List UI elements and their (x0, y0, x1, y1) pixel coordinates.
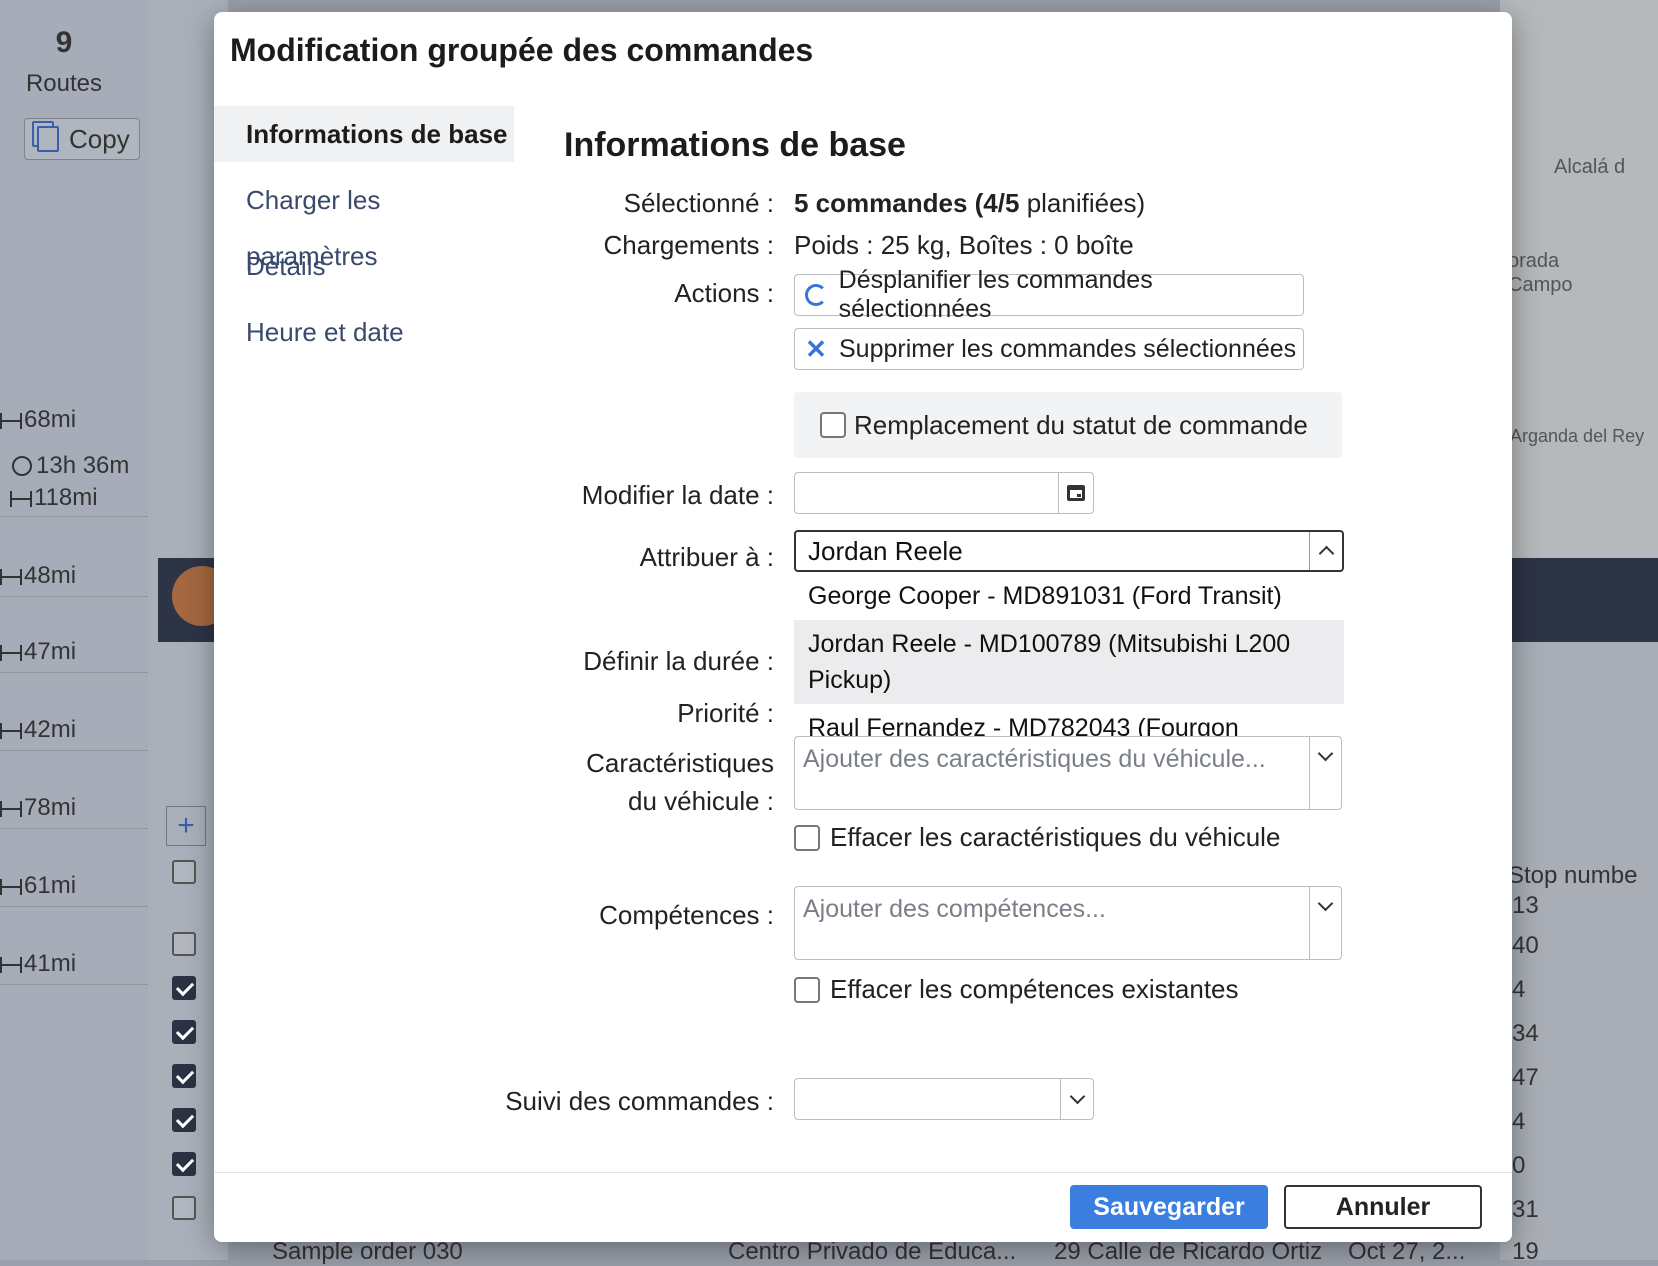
stop-number: 13 (1512, 892, 1539, 919)
stop-number: 4 (1512, 1108, 1526, 1135)
priority-label: Priorité : (677, 698, 774, 728)
date-input[interactable] (794, 472, 1094, 514)
status-override-label: Remplacement du statut de commande (854, 409, 1308, 440)
skills-select[interactable]: Ajouter des compétences... (794, 886, 1342, 960)
clear-skills-checkbox[interactable] (794, 976, 820, 1003)
modal-title: Modification groupée des commandes (230, 32, 814, 68)
row-checkbox[interactable] (172, 932, 196, 956)
route-distance: 41mi (0, 950, 76, 978)
copy-label: Copy (69, 123, 130, 154)
route-distance: 48mi (0, 562, 76, 590)
calendar-icon (1067, 485, 1085, 501)
bulk-edit-modal: Modification groupée des commandes Infor… (214, 12, 1512, 1242)
clear-skills-row: Effacer les compétences existantes (794, 974, 1239, 1005)
map-area: Alcalá d orada Campo Arganda del Rey (1500, 0, 1658, 560)
clock-icon (12, 456, 32, 476)
assign-option[interactable]: Jordan Reele - MD100789 (Mitsubishi L200… (794, 620, 1344, 704)
map-label: Campo (1508, 274, 1573, 296)
modal-content: Informations de base Sélectionné : 5 com… (505, 106, 1512, 1172)
row-checkbox[interactable] (172, 1108, 196, 1132)
nav-time-date[interactable]: Heure et date (214, 304, 514, 360)
stop-number: 0 (1512, 1152, 1526, 1179)
tracking-select[interactable] (794, 1078, 1094, 1120)
assign-label: Attribuer à : (639, 542, 774, 572)
modal-sidenav: Informations de base Charger les paramèt… (214, 106, 514, 1172)
add-order-button[interactable]: + (166, 806, 206, 846)
nav-basic-info[interactable]: Informations de base (214, 106, 514, 162)
row-checkbox[interactable] (172, 1020, 196, 1044)
clear-vehicle-features-checkbox[interactable] (794, 824, 820, 851)
delete-orders-button[interactable]: ✕ Supprimer les commandes sélectionnées (794, 328, 1304, 370)
duration-label: Définir la durée : (583, 646, 774, 676)
chevron-down-icon[interactable] (1309, 887, 1341, 959)
chevron-down-icon[interactable] (1309, 737, 1341, 809)
row-checkbox[interactable] (172, 976, 196, 1000)
selected-value: 5 commandes (4/5 planifiées) (794, 188, 1146, 218)
assign-option[interactable]: George Cooper - MD891031 (Ford Transit) (794, 572, 1344, 620)
nav-load-settings[interactable]: Charger les paramètres (214, 172, 514, 271)
route-duration: 13h 36m (12, 452, 129, 480)
stop-number-header: Stop numbe (1508, 862, 1638, 889)
selected-label: Sélectionné : (623, 188, 774, 218)
map-label: Alcalá d (1554, 156, 1626, 178)
unplan-orders-button[interactable]: Désplanifier les commandes sélectionnées (794, 266, 1304, 323)
order-place: Centro Privado de Educa... (728, 1238, 1017, 1265)
stop-number: 40 (1512, 932, 1539, 959)
vehicle-features-label: Caractéristiques (586, 748, 774, 778)
stop-number: 31 (1512, 1196, 1539, 1223)
date-label: Modifier la date : (581, 480, 774, 510)
status-override-checkbox[interactable] (820, 412, 846, 438)
routes-count: 9 (55, 26, 73, 59)
refresh-icon (805, 284, 827, 306)
route-distance: 78mi (0, 794, 76, 822)
cancel-button[interactable]: Annuler (1284, 1185, 1482, 1229)
chevron-down-icon[interactable] (1060, 1079, 1093, 1119)
close-icon: ✕ (805, 333, 827, 364)
modal-footer: Sauvegarder Annuler (214, 1172, 1512, 1242)
map-label: Arganda del Rey (1510, 426, 1645, 446)
route-distance: 68mi (0, 406, 76, 434)
tracking-label: Suivi des commandes : (505, 1086, 774, 1116)
loads-label: Chargements : (603, 230, 774, 260)
routes-label: Routes (25, 70, 103, 97)
row-checkbox[interactable] (172, 860, 196, 884)
assign-select[interactable]: Jordan Reele (794, 530, 1344, 572)
chevron-up-icon[interactable] (1309, 532, 1342, 570)
assign-dropdown: Jordan Reele George Cooper - MD891031 (F… (790, 520, 1372, 778)
status-override-row: Remplacement du statut de commande (794, 392, 1342, 458)
vehicle-features-label: du véhicule : (628, 786, 774, 816)
map-label: orada (1508, 250, 1560, 272)
copy-button[interactable]: Copy (24, 118, 140, 160)
save-button[interactable]: Sauvegarder (1070, 1185, 1268, 1229)
route-distance: 61mi (0, 872, 76, 900)
row-checkbox[interactable] (172, 1152, 196, 1176)
stop-number: 19 (1512, 1238, 1539, 1265)
row-checkbox[interactable] (172, 1196, 196, 1220)
stop-number: 34 (1512, 1020, 1539, 1047)
route-distance: 42mi (0, 716, 76, 744)
stop-number: 47 (1512, 1064, 1539, 1091)
copy-icon (37, 126, 59, 152)
skills-label: Compétences : (599, 900, 774, 930)
actions-label: Actions : (674, 278, 774, 308)
loads-value: Poids : 25 kg, Boîtes : 0 boîte (794, 230, 1134, 260)
calendar-button[interactable] (1058, 473, 1093, 513)
routes-sidebar (0, 0, 148, 1260)
order-name: Sample order 030 (272, 1238, 463, 1265)
order-address: 29 Calle de Ricardo Ortiz (1054, 1238, 1323, 1265)
row-checkbox[interactable] (172, 1064, 196, 1088)
route-distance: 118mi (10, 484, 98, 512)
clear-vehicle-features-row: Effacer les caractéristiques du véhicule (794, 822, 1280, 853)
vehicle-features-select[interactable]: Ajouter des caractéristiques du véhicule… (794, 736, 1342, 810)
stop-number: 4 (1512, 976, 1526, 1003)
section-title: Informations de base (564, 126, 906, 164)
route-distance: 47mi (0, 638, 76, 666)
order-date: Oct 27, 2... (1348, 1238, 1466, 1265)
